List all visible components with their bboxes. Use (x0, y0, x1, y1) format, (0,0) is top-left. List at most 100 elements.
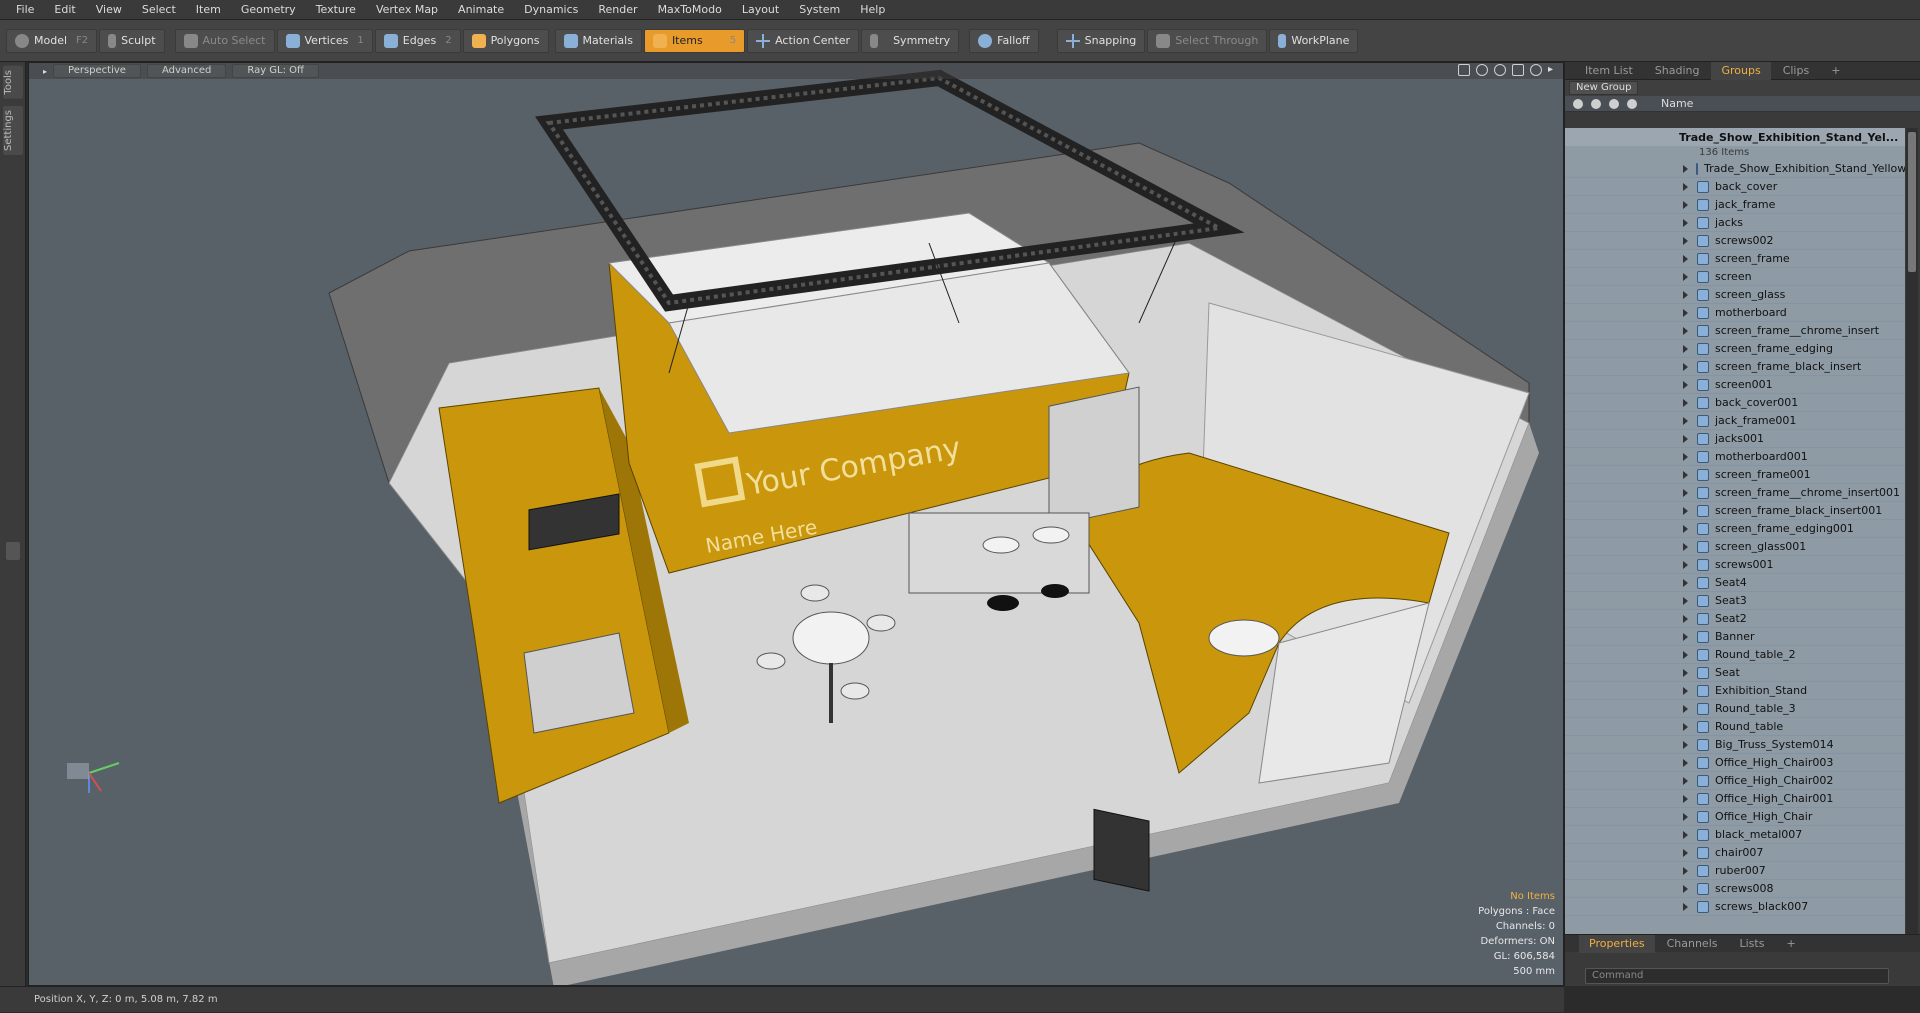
list-item[interactable]: screen_frame (1565, 250, 1905, 268)
list-item[interactable]: Seat2 (1565, 610, 1905, 628)
expand-arrow-icon[interactable] (1683, 290, 1689, 299)
gear-icon[interactable] (1529, 64, 1542, 76)
menu-layout[interactable]: Layout (732, 0, 789, 20)
list-item[interactable]: screen_frame__chrome_insert001 (1565, 484, 1905, 502)
expand-arrow-icon[interactable] (1683, 560, 1689, 569)
tab-tools[interactable]: Tools (3, 66, 23, 99)
groups-list[interactable]: Trade_Show_Exhibition_Stand_Yel... 136 I… (1565, 128, 1905, 938)
list-item[interactable]: screws_black007 (1565, 898, 1905, 916)
expand-arrow-icon[interactable] (1683, 470, 1689, 479)
expand-arrow-icon[interactable] (1683, 866, 1689, 875)
model-mode-button[interactable]: Model F2 (6, 28, 98, 53)
list-item[interactable]: jack_frame (1565, 196, 1905, 214)
groups-scrollbar[interactable] (1906, 128, 1918, 938)
list-item[interactable]: jacks001 (1565, 430, 1905, 448)
list-item[interactable]: screen_glass (1565, 286, 1905, 304)
chevron-right-icon[interactable]: ▸ (1548, 64, 1553, 76)
expand-arrow-icon[interactable] (1683, 578, 1689, 587)
menu-edit[interactable]: Edit (44, 0, 85, 20)
list-item[interactable]: Seat (1565, 664, 1905, 682)
menu-render[interactable]: Render (588, 0, 647, 20)
symmetry-button[interactable]: Symmetry (861, 28, 960, 53)
list-item[interactable]: screen_frame_edging001 (1565, 520, 1905, 538)
expand-arrow-icon[interactable] (1683, 182, 1689, 191)
name-column-header[interactable]: Name (1661, 97, 1693, 110)
tab-shading[interactable]: Shading (1645, 62, 1710, 80)
list-item[interactable]: screws008 (1565, 880, 1905, 898)
menu-animate[interactable]: Animate (448, 0, 514, 20)
expand-arrow-icon[interactable] (1683, 164, 1688, 173)
auto-select-button[interactable]: Auto Select (174, 28, 275, 53)
expand-arrow-icon[interactable] (1683, 830, 1689, 839)
list-item[interactable]: screen_frame_black_insert001 (1565, 502, 1905, 520)
list-item[interactable]: Round_table_3 (1565, 700, 1905, 718)
expand-arrow-icon[interactable] (1683, 848, 1689, 857)
list-item[interactable]: screen_frame_black_insert (1565, 358, 1905, 376)
menu-geometry[interactable]: Geometry (231, 0, 306, 20)
expand-arrow-icon[interactable] (1683, 218, 1689, 227)
menu-system[interactable]: System (789, 0, 850, 20)
list-item[interactable]: screws001 (1565, 556, 1905, 574)
panel-collapse-handle[interactable] (6, 542, 20, 560)
expand-arrow-icon[interactable] (1683, 812, 1689, 821)
expand-arrow-icon[interactable] (1683, 650, 1689, 659)
fit-icon[interactable] (1511, 64, 1524, 76)
expand-arrow-icon[interactable] (1683, 524, 1689, 533)
expand-arrow-icon[interactable] (1683, 776, 1689, 785)
expand-arrow-icon[interactable] (1683, 362, 1689, 371)
menu-help[interactable]: Help (850, 0, 895, 20)
list-item[interactable]: screen_frame001 (1565, 466, 1905, 484)
list-item[interactable]: Round_table_2 (1565, 646, 1905, 664)
expand-arrow-icon[interactable] (1683, 308, 1689, 317)
tab-properties[interactable]: Properties (1579, 934, 1655, 953)
list-item[interactable]: Office_High_Chair001 (1565, 790, 1905, 808)
list-item[interactable]: screws002 (1565, 232, 1905, 250)
tab-channels[interactable]: Channels (1657, 935, 1728, 953)
list-item[interactable]: Banner (1565, 628, 1905, 646)
tab-settings[interactable]: Settings (3, 106, 23, 156)
expand-arrow-icon[interactable] (1683, 614, 1689, 623)
lock-column-icon[interactable] (1605, 98, 1623, 109)
expand-arrow-icon[interactable] (1683, 398, 1689, 407)
list-item[interactable]: ruber007 (1565, 862, 1905, 880)
list-item[interactable]: Seat4 (1565, 574, 1905, 592)
workplane-button[interactable]: WorkPlane (1269, 28, 1359, 53)
falloff-button[interactable]: Falloff (969, 28, 1039, 53)
pan-icon[interactable] (1457, 64, 1470, 76)
list-item[interactable]: Office_High_Chair003 (1565, 754, 1905, 772)
list-item[interactable]: screen_frame_edging (1565, 340, 1905, 358)
zoom-icon[interactable] (1493, 64, 1506, 76)
list-item[interactable]: Office_High_Chair (1565, 808, 1905, 826)
expand-arrow-icon[interactable] (1683, 686, 1689, 695)
expand-arrow-icon[interactable] (1683, 794, 1689, 803)
shading-dropdown[interactable]: Advanced (146, 64, 227, 78)
rotate-icon[interactable] (1475, 64, 1488, 76)
expand-arrow-icon[interactable] (1683, 434, 1689, 443)
expand-arrow-icon[interactable] (1683, 758, 1689, 767)
list-item[interactable]: chair007 (1565, 844, 1905, 862)
add-bottom-tab-button[interactable]: + (1776, 935, 1805, 953)
list-item[interactable]: black_metal007 (1565, 826, 1905, 844)
list-item[interactable]: jack_frame001 (1565, 412, 1905, 430)
root-group[interactable]: Trade_Show_Exhibition_Stand_Yel... (1565, 128, 1905, 146)
materials-mode-button[interactable]: Materials (554, 28, 642, 53)
expand-arrow-icon[interactable] (1683, 884, 1689, 893)
list-item[interactable]: back_cover001 (1565, 394, 1905, 412)
add-tab-button[interactable]: + (1821, 62, 1850, 80)
tab-item-list[interactable]: Item List (1575, 62, 1643, 80)
list-item[interactable]: screen_frame__chrome_insert (1565, 322, 1905, 340)
expand-arrow-icon[interactable] (1683, 488, 1689, 497)
items-mode-button[interactable]: Items 5 (643, 28, 746, 53)
list-item[interactable]: motherboard (1565, 304, 1905, 322)
list-item[interactable]: Big_Truss_System014 (1565, 736, 1905, 754)
list-item[interactable]: jacks (1565, 214, 1905, 232)
vertices-mode-button[interactable]: Vertices 1 (276, 28, 373, 53)
expand-arrow-icon[interactable] (1683, 740, 1689, 749)
polygons-mode-button[interactable]: Polygons (462, 28, 549, 53)
expand-arrow-icon[interactable] (1683, 236, 1689, 245)
tab-groups[interactable]: Groups (1711, 61, 1771, 80)
expand-arrow-icon[interactable] (1683, 200, 1689, 209)
list-item[interactable]: screen (1565, 268, 1905, 286)
snapping-button[interactable]: Snapping (1056, 28, 1146, 53)
command-input[interactable]: Command (1585, 968, 1889, 984)
